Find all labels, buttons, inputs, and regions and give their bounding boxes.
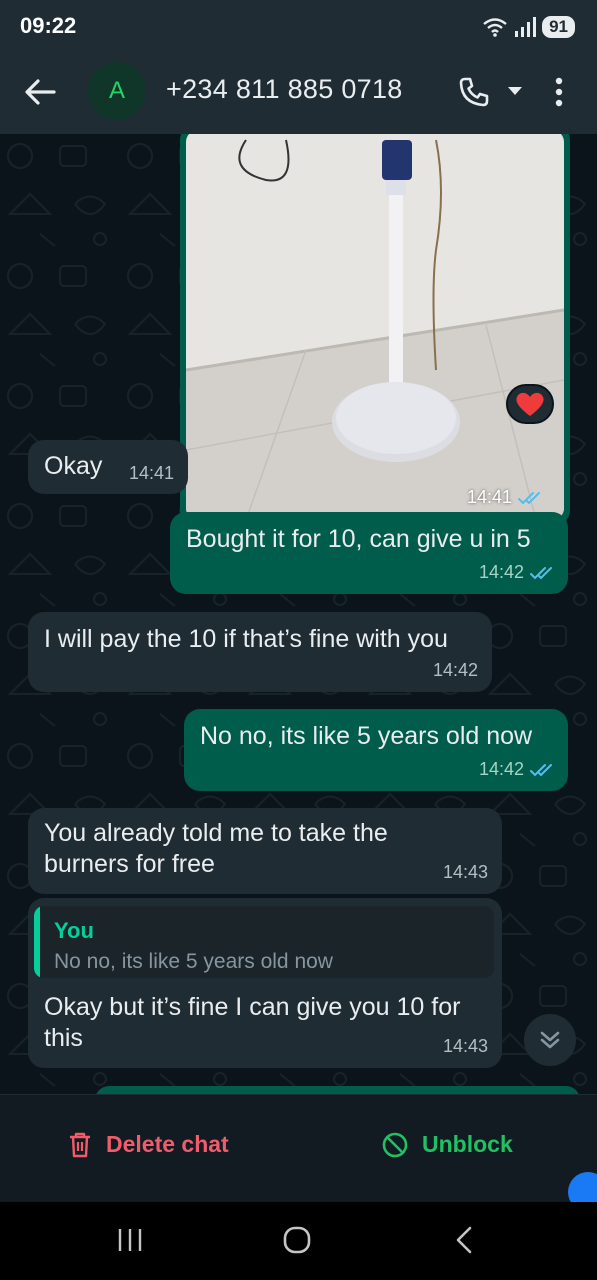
quote-author: You [54,918,94,943]
heart-icon [516,392,544,416]
fan-photo [186,134,564,520]
message-meta: 14:42 [479,754,554,785]
message-text: Bought it for 10, can give u in 5 [186,525,531,553]
message-text: I will pay the 10 if that’s fine with yo… [44,625,448,653]
wifi-icon [483,18,507,37]
message-bubble-incoming[interactable]: Okay 14:41 [28,440,188,494]
message-time: 14:42 [478,759,524,779]
quote-text: No no, its like 5 years old now [54,950,333,973]
signal-icon [515,17,537,37]
system-navigation-bar [0,1202,597,1280]
message-meta: 14:41 [129,458,174,489]
status-time: 09:22 [20,13,77,38]
message-text: You already told me to take the burners … [44,819,388,878]
block-icon [382,1132,408,1157]
message-time: 14:42 [478,562,524,582]
message-time: 14:41 [128,463,174,483]
battery-indicator: 91 [542,16,575,38]
double-check-icon [530,763,552,776]
back-nav-icon [456,1226,472,1254]
image-message[interactable]: 14:41 [180,134,570,526]
scroll-to-bottom-button[interactable] [524,1014,576,1066]
back-arrow-icon [25,79,56,105]
message-time: 14:42 [432,660,478,680]
more-vert-icon [555,77,563,107]
home-button[interactable] [275,1220,319,1260]
call-options-dropdown[interactable] [502,76,528,106]
message-time: 14:43 [442,862,488,882]
message-text: Okay but it’s fine I can give you 10 for… [44,993,461,1052]
message-bubble-incoming[interactable]: I will pay the 10 if that’s fine with yo… [28,612,492,692]
chevron-down-icon [508,87,522,95]
chat-area[interactable]: 14:41 Okay 14:41 Bought it for 10, can g… [0,134,597,1094]
message-meta: 14:42 [433,655,478,686]
recents-button[interactable] [108,1220,152,1260]
status-icons: 91 [482,14,575,40]
contact-name[interactable]: +234 811 885 0718 [166,74,403,105]
chevrons-down-icon [540,1031,560,1049]
message-text: Okay [44,452,103,480]
double-check-icon [518,491,540,504]
trash-icon [70,1132,90,1157]
blocked-contact-actions: Delete chat Unblock [0,1094,597,1202]
message-bubble-incoming[interactable]: You No no, its like 5 years old now Okay… [28,898,502,1068]
recents-icon [118,1229,142,1251]
image-meta: 14:41 [467,487,542,508]
reaction-badge[interactable] [506,384,554,424]
image-preview[interactable]: 14:41 [186,134,564,520]
home-icon [283,1226,311,1254]
message-time: 14:41 [466,487,512,507]
message-meta: 14:42 [479,557,554,588]
status-bar: 09:22 91 [0,0,597,52]
message-text: No no, its like 5 years old now [200,722,533,750]
message-time: 14:43 [442,1036,488,1056]
unblock-label: Unblock [422,1131,513,1157]
back-button[interactable] [18,72,62,112]
message-bubble-outgoing[interactable]: Bought it for 10, can give u in 5 14:42 [170,512,568,594]
message-meta: 14:43 [443,857,488,888]
message-bubble-outgoing[interactable]: No no, its like 5 years old now 14:42 [184,709,568,791]
message-bubble-incoming[interactable]: You already told me to take the burners … [28,808,502,894]
contact-avatar[interactable]: A [88,62,146,120]
voice-call-button[interactable] [452,70,496,114]
delete-chat-label: Delete chat [106,1131,229,1157]
unblock-button[interactable]: Unblock [382,1131,513,1158]
back-nav-button[interactable] [442,1220,486,1260]
reply-quote[interactable]: You No no, its like 5 years old now [34,906,494,978]
delete-chat-button[interactable]: Delete chat [68,1131,229,1158]
double-check-icon [530,566,552,579]
quote-bar [34,906,40,978]
message-bubble-outgoing-partial[interactable] [95,1086,580,1094]
phone-icon [459,77,489,107]
more-options-button[interactable] [546,72,572,112]
message-meta: 14:43 [443,1031,488,1062]
chat-header: A +234 811 885 0718 [0,52,597,134]
